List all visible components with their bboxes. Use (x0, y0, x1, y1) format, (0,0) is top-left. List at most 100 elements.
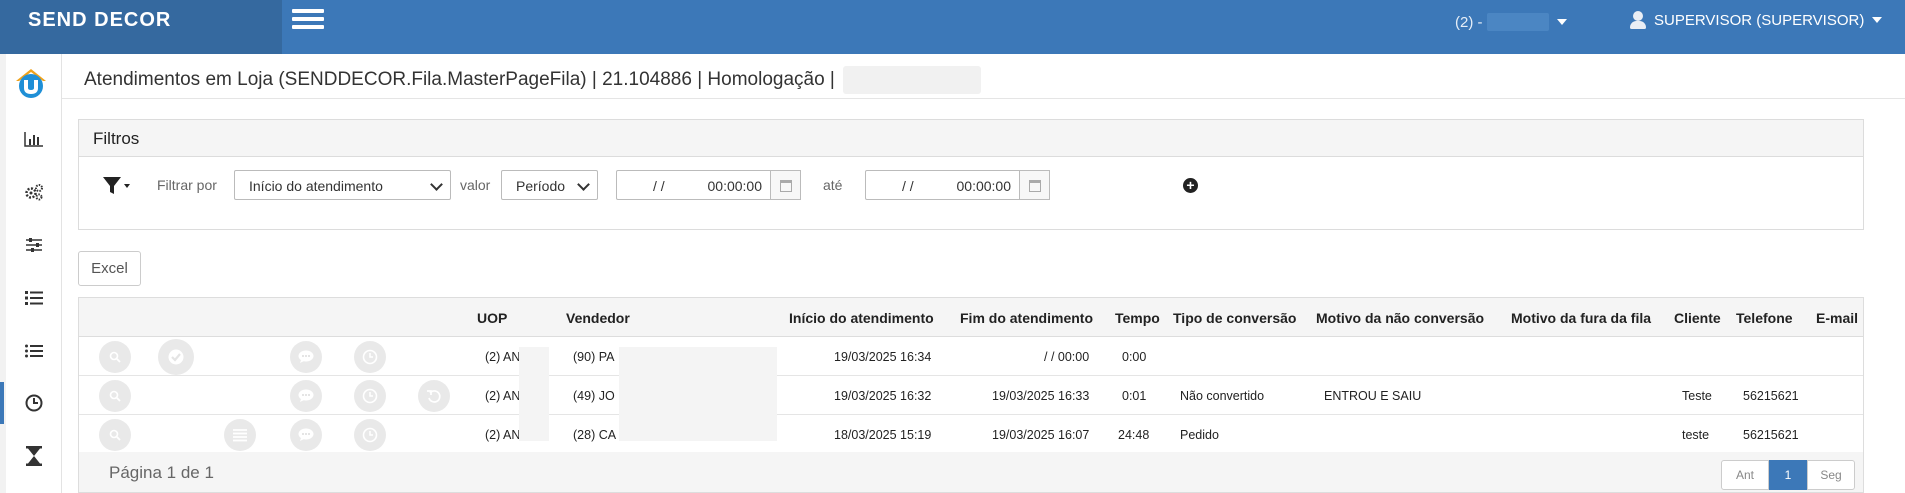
filter-field-value: Início do atendimento (249, 178, 383, 194)
from-date-value: / / (653, 178, 665, 194)
filter-field-select[interactable]: Início do atendimento (234, 170, 451, 200)
user-menu[interactable]: SUPERVISOR (SUPERVISOR) (1630, 11, 1883, 29)
brand-logo[interactable]: SEND DECOR (0, 0, 282, 54)
clock-icon (362, 388, 378, 404)
filters-panel: Filtros Filtrar por Início do atendiment… (78, 119, 1864, 230)
hourglass-icon (26, 446, 42, 466)
sidebar-item-queue[interactable] (6, 277, 62, 319)
cell-telefone: 56215621 (1743, 428, 1799, 442)
table-row: (2) AN (90) PA 19/03/2025 16:34 / / 00:0… (79, 338, 1863, 376)
col-inicio[interactable]: Início do atendimento (789, 310, 934, 326)
cell-telefone: 56215621 (1743, 389, 1799, 403)
from-calendar-button[interactable] (771, 170, 801, 200)
sidebar-item-waiting[interactable] (6, 435, 62, 477)
sidebar-item-attendances[interactable] (0, 382, 62, 424)
view-row-button[interactable] (99, 380, 131, 412)
cell-uop: (2) AN (485, 389, 521, 403)
sidebar-item-list[interactable] (6, 330, 62, 372)
comment-row-button[interactable] (290, 380, 322, 412)
finish-row-button[interactable] (158, 339, 194, 375)
next-page-button[interactable]: Seg (1807, 460, 1855, 490)
table-header: UOP Vendedor Início do atendimento Fim d… (79, 298, 1863, 337)
filter-funnel-icon[interactable] (101, 175, 131, 197)
clock-icon (362, 349, 378, 365)
cell-tempo: 0:01 (1122, 389, 1147, 403)
filter-row: Filtrar por Início do atendimento valor … (79, 170, 1863, 200)
to-time-value: 00:00:00 (956, 178, 1012, 194)
filter-mode-select[interactable]: Período (501, 170, 598, 200)
clock-icon (362, 427, 378, 443)
cell-tempo: 0:00 (1122, 350, 1147, 364)
col-uop[interactable]: UOP (477, 310, 507, 326)
col-telefone[interactable]: Telefone (1736, 310, 1793, 326)
user-label: SUPERVISOR (SUPERVISOR) (1654, 11, 1865, 29)
table-row: (2) AN (28) CA 18/03/2025 15:19 19/03/20… (79, 416, 1863, 454)
col-motivo-fura-fila[interactable]: Motivo da fura da fila (1511, 310, 1651, 326)
pagination: Ant 1 Seg (1721, 460, 1855, 490)
environment-redacted (842, 66, 981, 94)
current-page-button[interactable]: 1 (1769, 460, 1807, 490)
sidebar-item-adjustments[interactable] (6, 224, 62, 266)
list-icon (233, 429, 247, 442)
sidebar-item-reports[interactable] (6, 118, 62, 160)
chart-icon (24, 132, 43, 147)
cell-fim: / / 00:00 (1044, 350, 1090, 364)
col-tempo[interactable]: Tempo (1115, 310, 1160, 326)
cell-inicio: 19/03/2025 16:34 (834, 350, 932, 364)
calendar-icon (1029, 180, 1041, 192)
search-icon (109, 429, 121, 441)
comment-icon (298, 350, 314, 363)
excel-export-button[interactable]: Excel (78, 251, 141, 286)
undo-row-button[interactable] (418, 380, 450, 412)
time-row-button[interactable] (354, 380, 386, 412)
cell-inicio: 18/03/2025 15:19 (834, 428, 932, 442)
comment-icon (298, 428, 314, 441)
view-row-button[interactable] (99, 419, 131, 451)
col-motivo-nao-conversao[interactable]: Motivo da não conversão (1316, 310, 1484, 326)
chevron-down-icon (577, 178, 590, 191)
view-row-button[interactable] (99, 341, 131, 373)
cell-vendedor: (90) PA (573, 350, 615, 364)
check-icon (168, 349, 184, 365)
col-cliente[interactable]: Cliente (1674, 310, 1721, 326)
to-calendar-button[interactable] (1020, 170, 1050, 200)
uop-redacted (519, 347, 549, 441)
list-icon (25, 344, 43, 358)
cell-vendedor: (49) JO (573, 389, 615, 403)
gears-icon (25, 184, 43, 201)
col-fim[interactable]: Fim do atendimento (960, 310, 1093, 326)
cell-cliente: Teste (1682, 389, 1712, 403)
col-vendedor[interactable]: Vendedor (566, 310, 630, 326)
comment-row-button[interactable] (290, 341, 322, 373)
home-logo-icon[interactable] (14, 66, 48, 100)
to-datetime-input[interactable]: / / 00:00:00 (865, 170, 1020, 200)
details-row-button[interactable] (224, 419, 256, 451)
sliders-icon (26, 238, 42, 252)
from-datetime-input[interactable]: / / 00:00:00 (616, 170, 771, 200)
value-label: valor (460, 177, 491, 193)
prev-page-button[interactable]: Ant (1721, 460, 1769, 490)
time-row-button[interactable] (354, 341, 386, 373)
branch-name-redacted (1486, 13, 1549, 31)
cell-cliente: teste (1682, 428, 1710, 442)
search-icon (109, 351, 121, 363)
comment-row-button[interactable] (290, 419, 322, 451)
time-row-button[interactable] (354, 419, 386, 451)
user-icon (1630, 11, 1646, 29)
filter-mode-value: Período (516, 178, 566, 194)
search-icon (109, 390, 121, 402)
col-email[interactable]: E-mail (1816, 310, 1858, 326)
cell-inicio: 19/03/2025 16:32 (834, 389, 932, 403)
caret-down-icon (1556, 19, 1567, 25)
filters-panel-title: Filtros (79, 120, 1863, 157)
menu-toggle-icon[interactable] (292, 9, 324, 33)
table-footer: Página 1 de 1 Ant 1 Seg (79, 452, 1863, 492)
sidebar-item-settings[interactable] (6, 171, 62, 213)
col-tipo-conversao[interactable]: Tipo de conversão (1173, 310, 1296, 326)
branch-dropdown[interactable]: (2) - (1455, 13, 1567, 31)
undo-icon (427, 390, 441, 403)
caret-down-icon (1872, 17, 1883, 23)
add-filter-plus-icon[interactable]: + (1183, 178, 1198, 193)
cell-tempo: 24:48 (1118, 428, 1150, 442)
top-bar: SEND DECOR (2) - SUPERVISOR (SUPERVISOR) (0, 0, 1905, 54)
